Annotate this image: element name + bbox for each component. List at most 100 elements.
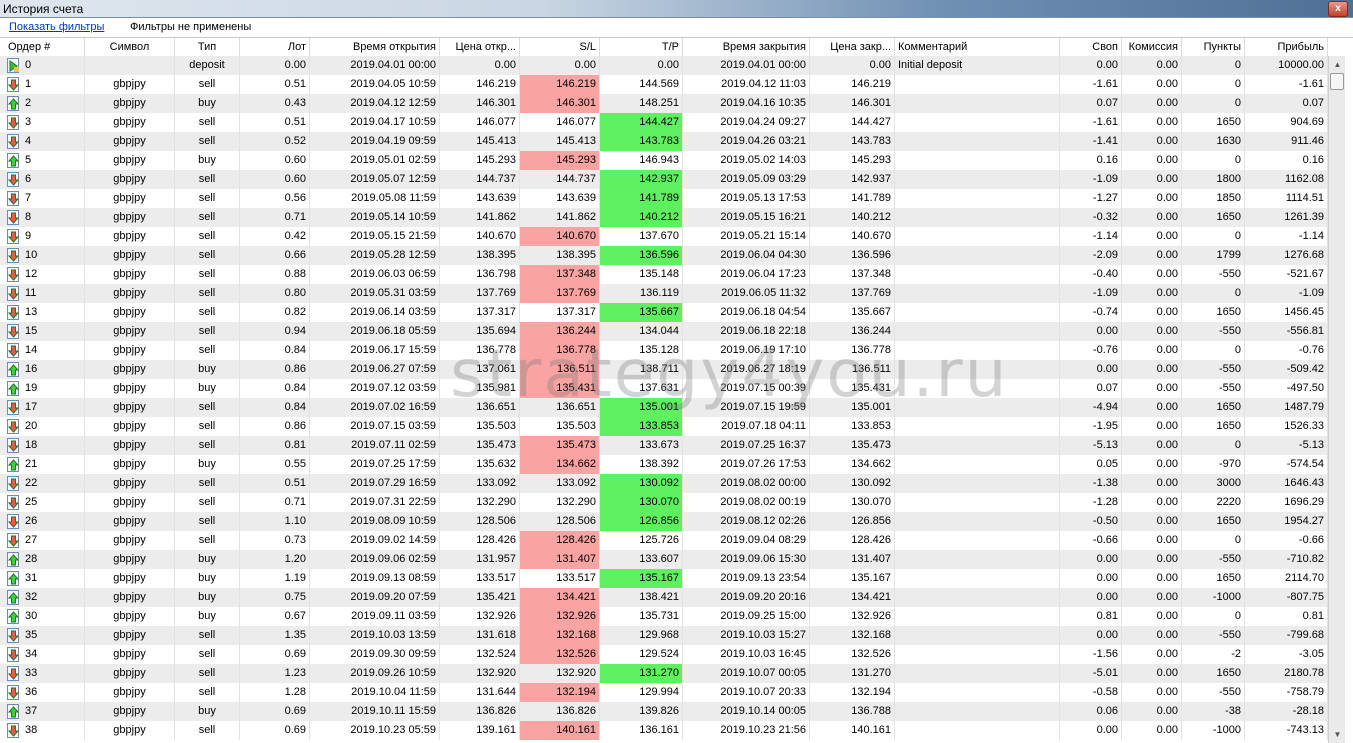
close-button[interactable]: x: [1328, 1, 1348, 17]
column-header-comment[interactable]: Комментарий: [895, 38, 1060, 57]
cell-lot: 0.82: [240, 303, 310, 322]
cell-open-price: 140.670: [440, 227, 520, 246]
column-header-sl[interactable]: S/L: [520, 38, 600, 57]
cell-close-time: 2019.06.05 11:32: [683, 284, 810, 303]
table-row[interactable]: 9 gbpjpy sell 0.42 2019.05.15 21:59 140.670 14…: [0, 227, 1328, 246]
cell-order: 28: [22, 550, 85, 569]
cell-profit: 1646.43: [1245, 474, 1328, 493]
table-row[interactable]: 6 gbpjpy sell 0.60 2019.05.07 12:59 144.737 14…: [0, 170, 1328, 189]
table-row[interactable]: 2 gbpjpy buy 0.43 2019.04.12 12:59 146.301 146…: [0, 94, 1328, 113]
column-header-symbol[interactable]: Символ: [85, 38, 175, 57]
column-header-points[interactable]: Пункты: [1182, 38, 1245, 57]
cell-lot: 0.60: [240, 170, 310, 189]
table-row[interactable]: 31 gbpjpy buy 1.19 2019.09.13 08:59 133.517 13…: [0, 569, 1328, 588]
cell-swap: 0.07: [1060, 94, 1122, 113]
table-row[interactable]: 14 gbpjpy sell 0.84 2019.06.17 15:59 136.778 1…: [0, 341, 1328, 360]
table-row[interactable]: 5 gbpjpy buy 0.60 2019.05.01 02:59 145.293 145…: [0, 151, 1328, 170]
column-header-profit[interactable]: Прибыль: [1245, 38, 1328, 57]
table-row[interactable]: 22 gbpjpy sell 0.51 2019.07.29 16:59 133.092 1…: [0, 474, 1328, 493]
cell-tp: 140.212: [600, 208, 683, 227]
table-row[interactable]: 4 gbpjpy sell 0.52 2019.04.19 09:59 145.413 14…: [0, 132, 1328, 151]
cell-type: sell: [175, 436, 240, 455]
table-row[interactable]: 36 gbpjpy sell 1.28 2019.10.04 11:59 131.644 1…: [0, 683, 1328, 702]
column-header-open-time[interactable]: Время открытия: [310, 38, 440, 57]
table-row[interactable]: 16 gbpjpy buy 0.86 2019.06.27 07:59 137.061 13…: [0, 360, 1328, 379]
cell-sl: 141.862: [520, 208, 600, 227]
cell-commission: 0.00: [1122, 721, 1182, 740]
table-row[interactable]: 25 gbpjpy sell 0.71 2019.07.31 22:59 132.290 1…: [0, 493, 1328, 512]
column-header-tp[interactable]: T/P: [600, 38, 683, 57]
table-row[interactable]: 3 gbpjpy sell 0.51 2019.04.17 10:59 146.077 14…: [0, 113, 1328, 132]
table-row[interactable]: 35 gbpjpy sell 1.35 2019.10.03 13:59 131.618 1…: [0, 626, 1328, 645]
column-header-order[interactable]: Ордер #: [0, 38, 85, 57]
cell-profit: 904.69: [1245, 113, 1328, 132]
cell-close-price: 136.596: [810, 246, 895, 265]
cell-sl: 132.168: [520, 626, 600, 645]
table-row[interactable]: 10 gbpjpy sell 0.66 2019.05.28 12:59 138.395 1…: [0, 246, 1328, 265]
cell-close-price: 137.348: [810, 265, 895, 284]
table-row[interactable]: 20 gbpjpy sell 0.86 2019.07.15 03:59 135.503 1…: [0, 417, 1328, 436]
column-header-swap[interactable]: Своп: [1060, 38, 1122, 57]
table-row[interactable]: 8 gbpjpy sell 0.71 2019.05.14 10:59 141.862 14…: [0, 208, 1328, 227]
cell-type: buy: [175, 702, 240, 721]
show-filters-link[interactable]: Показать фильтры: [9, 21, 104, 33]
sell-arrow-down-icon: [7, 77, 19, 92]
cell-order: 9: [22, 227, 85, 246]
table-row[interactable]: 21 gbpjpy buy 0.55 2019.07.25 17:59 135.632 13…: [0, 455, 1328, 474]
cell-close-price: 0.00: [810, 56, 895, 75]
table-row[interactable]: 34 gbpjpy sell 0.69 2019.09.30 09:59 132.524 1…: [0, 645, 1328, 664]
cell-sl: 140.161: [520, 721, 600, 740]
cell-points: 0: [1182, 56, 1245, 75]
cell-close-price: 136.788: [810, 702, 895, 721]
cell-open-time: 2019.10.03 13:59: [310, 626, 440, 645]
cell-open-price: 128.506: [440, 512, 520, 531]
table-row[interactable]: 0 deposit 0.00 2019.04.01 00:00 0.00 0.00 0.00…: [0, 56, 1328, 75]
table-row[interactable]: 26 gbpjpy sell 1.10 2019.08.09 10:59 128.506 1…: [0, 512, 1328, 531]
cell-sl: 132.194: [520, 683, 600, 702]
table-row[interactable]: 27 gbpjpy sell 0.73 2019.09.02 14:59 128.426 1…: [0, 531, 1328, 550]
table-row[interactable]: 32 gbpjpy buy 0.75 2019.09.20 07:59 135.421 13…: [0, 588, 1328, 607]
cell-type: buy: [175, 360, 240, 379]
column-header-type[interactable]: Тип: [175, 38, 240, 57]
cell-lot: 0.84: [240, 398, 310, 417]
cell-swap: 0.05: [1060, 455, 1122, 474]
table-row[interactable]: 17 gbpjpy sell 0.84 2019.07.02 16:59 136.651 1…: [0, 398, 1328, 417]
table-row[interactable]: 37 gbpjpy buy 0.69 2019.10.11 15:59 136.826 13…: [0, 702, 1328, 721]
table-row[interactable]: 12 gbpjpy sell 0.88 2019.06.03 06:59 136.798 1…: [0, 265, 1328, 284]
cell-commission: 0.00: [1122, 75, 1182, 94]
table-row[interactable]: 38 gbpjpy sell 0.69 2019.10.23 05:59 139.161 1…: [0, 721, 1328, 740]
scroll-down-icon[interactable]: ▼: [1329, 726, 1346, 743]
column-header-open-price[interactable]: Цена откр...: [440, 38, 520, 57]
filter-bar: Показать фильтры Фильтры не применены: [0, 18, 1353, 38]
column-header-close-time[interactable]: Время закрытия: [683, 38, 810, 57]
cell-type: sell: [175, 493, 240, 512]
cell-lot: 0.88: [240, 265, 310, 284]
table-row[interactable]: 15 gbpjpy sell 0.94 2019.06.18 05:59 135.694 1…: [0, 322, 1328, 341]
cell-type: buy: [175, 379, 240, 398]
column-header-close-price[interactable]: Цена закр...: [810, 38, 895, 57]
cell-points: 1800: [1182, 170, 1245, 189]
cell-close-time: 2019.08.12 02:26: [683, 512, 810, 531]
scroll-up-icon[interactable]: ▲: [1329, 56, 1346, 73]
column-header-lot[interactable]: Лот: [240, 38, 310, 57]
cell-comment: [895, 645, 1060, 664]
table-row[interactable]: 19 gbpjpy buy 0.84 2019.07.12 03:59 135.981 13…: [0, 379, 1328, 398]
cell-open-time: 2019.04.17 10:59: [310, 113, 440, 132]
cell-close-price: 140.161: [810, 721, 895, 740]
scrollbar-thumb[interactable]: [1330, 73, 1344, 90]
table-row[interactable]: 30 gbpjpy buy 0.67 2019.09.11 03:59 132.926 13…: [0, 607, 1328, 626]
table-row[interactable]: 18 gbpjpy sell 0.81 2019.07.11 02:59 135.473 1…: [0, 436, 1328, 455]
sell-arrow-down-icon: [7, 533, 19, 548]
table-row[interactable]: 13 gbpjpy sell 0.82 2019.06.14 03:59 137.317 1…: [0, 303, 1328, 322]
table-row[interactable]: 11 gbpjpy sell 0.80 2019.05.31 03:59 137.769 1…: [0, 284, 1328, 303]
sell-arrow-down-icon: [7, 514, 19, 529]
cell-open-time: 2019.06.18 05:59: [310, 322, 440, 341]
table-row[interactable]: 7 gbpjpy sell 0.56 2019.05.08 11:59 143.639 14…: [0, 189, 1328, 208]
column-header-commission[interactable]: Комиссия: [1122, 38, 1182, 57]
table-row[interactable]: 33 gbpjpy sell 1.23 2019.09.26 10:59 132.920 1…: [0, 664, 1328, 683]
cell-tp: 143.783: [600, 132, 683, 151]
table-row[interactable]: 1 gbpjpy sell 0.51 2019.04.05 10:59 146.219 14…: [0, 75, 1328, 94]
cell-close-time: 2019.10.03 15:27: [683, 626, 810, 645]
table-row[interactable]: 28 gbpjpy buy 1.20 2019.09.06 02:59 131.957 13…: [0, 550, 1328, 569]
vertical-scrollbar[interactable]: ▲ ▼: [1328, 56, 1345, 743]
